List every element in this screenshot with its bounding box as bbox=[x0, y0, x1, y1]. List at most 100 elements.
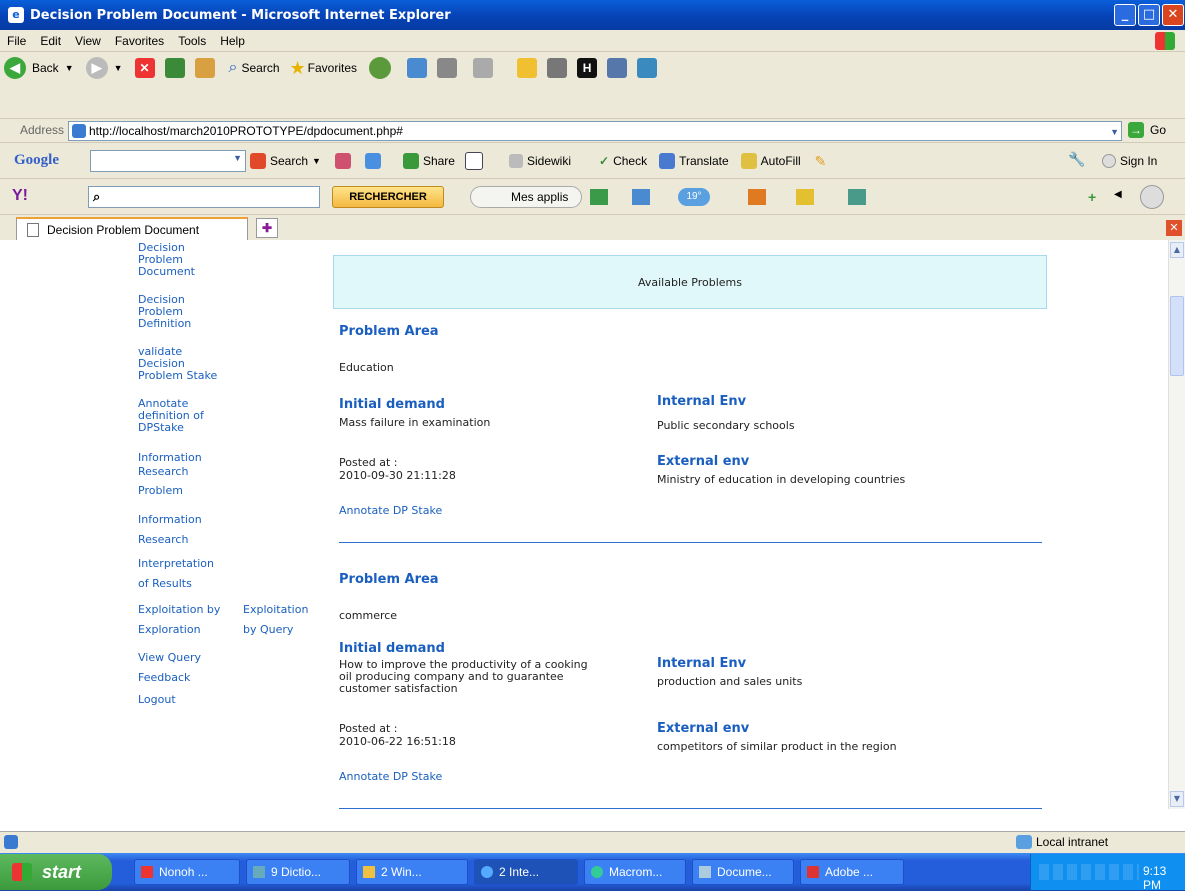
task-document[interactable]: Docume... bbox=[692, 859, 794, 885]
go-arrow-icon[interactable]: → bbox=[1128, 122, 1144, 138]
nav-information-research[interactable]: Information Research bbox=[138, 510, 202, 550]
nav-exploitation-exploration[interactable]: Exploitation by Exploration bbox=[138, 600, 220, 640]
scroll-left-icon[interactable]: ◀ bbox=[1114, 189, 1122, 200]
apps-button[interactable]: Mes applis bbox=[470, 186, 582, 208]
scroll-up-icon[interactable]: ▲ bbox=[1170, 242, 1184, 258]
ebay-icon[interactable] bbox=[796, 189, 814, 205]
favorites-star-icon[interactable]: ★ bbox=[290, 58, 306, 79]
close-button[interactable]: ✕ bbox=[1162, 4, 1184, 26]
back-button[interactable]: Back bbox=[32, 61, 59, 75]
edit-icon[interactable] bbox=[473, 58, 494, 78]
nav-exploitation-query[interactable]: Exploitation by Query bbox=[243, 600, 308, 640]
yahoo-search-button[interactable]: RECHERCHER bbox=[332, 186, 444, 208]
translate-tool-icon[interactable] bbox=[607, 58, 628, 78]
start-button[interactable]: start bbox=[0, 854, 112, 890]
close-tab-icon[interactable]: ✕ bbox=[1166, 220, 1182, 236]
yahoo-search-input[interactable]: ⌕ bbox=[88, 186, 320, 208]
autofill-icon[interactable] bbox=[740, 153, 757, 169]
research-icon[interactable] bbox=[547, 58, 568, 78]
new-tab-button[interactable]: ✚ bbox=[256, 218, 278, 238]
plus-icon[interactable] bbox=[364, 153, 381, 169]
h-icon[interactable]: H bbox=[577, 58, 598, 78]
tab-decision-problem-document[interactable]: Decision Problem Document bbox=[16, 217, 248, 241]
taskbar: start Nonoh ... 9 Dictio... 2 Win... 2 I… bbox=[0, 853, 1185, 892]
task-nonoh[interactable]: Nonoh ... bbox=[134, 859, 240, 885]
favorites-button[interactable]: Favorites bbox=[308, 61, 357, 75]
back-arrow-icon[interactable]: ◀ bbox=[4, 57, 26, 79]
menu-edit[interactable]: Edit bbox=[33, 34, 68, 48]
back-dropdown-icon[interactable]: ▼ bbox=[65, 63, 74, 73]
task-adobe[interactable]: Adobe ... bbox=[800, 859, 904, 885]
scroll-thumb[interactable] bbox=[1170, 296, 1184, 376]
translate-button[interactable]: Translate bbox=[679, 154, 729, 168]
share-button[interactable]: Share bbox=[423, 154, 455, 168]
nav-logout[interactable]: Logout bbox=[138, 694, 176, 706]
address-input[interactable]: http://localhost/march2010PROTOTYPE/dpdo… bbox=[68, 121, 1122, 141]
weather-icon[interactable]: 19° bbox=[678, 188, 710, 206]
highlighter-icon[interactable]: ✎ bbox=[815, 153, 827, 170]
google-dropdown-icon[interactable]: ▼ bbox=[233, 153, 242, 163]
stop-icon[interactable]: ✕ bbox=[134, 58, 155, 78]
vertical-scrollbar[interactable]: ▲ ▼ bbox=[1168, 240, 1185, 809]
extension-icon[interactable] bbox=[848, 189, 866, 205]
google-search-input[interactable]: ▼ bbox=[90, 150, 246, 172]
go-button[interactable]: Go bbox=[1150, 123, 1166, 137]
address-dropdown-icon[interactable]: ▼ bbox=[1110, 123, 1119, 141]
discuss-icon[interactable] bbox=[517, 58, 538, 78]
bookmark-icon[interactable] bbox=[590, 189, 608, 205]
document-icon bbox=[699, 866, 711, 878]
annotate-dp-stake-link[interactable]: Annotate DP Stake bbox=[339, 770, 442, 783]
wrench-icon[interactable]: 🔧 bbox=[1068, 151, 1085, 168]
nav-interpretation-results[interactable]: Interpretation of Results bbox=[138, 554, 214, 594]
forward-arrow-icon[interactable]: ▶ bbox=[85, 57, 108, 79]
menu-view[interactable]: View bbox=[68, 34, 108, 48]
google-search-button[interactable]: Search bbox=[270, 154, 308, 168]
maximize-button[interactable]: □ bbox=[1138, 4, 1160, 26]
nav-annotate-dpstake[interactable]: Annotate definition of DPStake bbox=[138, 398, 204, 434]
print-icon[interactable] bbox=[437, 58, 458, 78]
forward-dropdown-icon[interactable]: ▼ bbox=[114, 63, 123, 73]
nav-view-query-feedback[interactable]: View Query Feedback bbox=[138, 648, 201, 688]
translate-icon[interactable] bbox=[659, 153, 676, 169]
pagerank-icon[interactable] bbox=[334, 153, 351, 169]
annotate-dp-stake-link[interactable]: Annotate DP Stake bbox=[339, 504, 442, 517]
window-icon[interactable] bbox=[464, 152, 483, 170]
media-icon[interactable] bbox=[369, 57, 392, 79]
games-icon[interactable] bbox=[748, 189, 766, 205]
sidewiki-button[interactable]: Sidewiki bbox=[527, 154, 571, 168]
add-icon[interactable]: + bbox=[1088, 189, 1096, 205]
signin-button[interactable]: Sign In bbox=[1120, 154, 1157, 168]
external-env-value: Ministry of education in developing coun… bbox=[657, 473, 906, 486]
task-internet-explorer[interactable]: 2 Inte... bbox=[474, 859, 578, 885]
google-search-icon[interactable] bbox=[250, 153, 266, 169]
scroll-down-icon[interactable]: ▼ bbox=[1170, 791, 1184, 807]
task-windows-explorer[interactable]: 2 Win... bbox=[356, 859, 468, 885]
menu-favorites[interactable]: Favorites bbox=[108, 34, 171, 48]
search-icon[interactable]: ⌕ bbox=[229, 59, 238, 77]
task-macromedia[interactable]: Macrom... bbox=[584, 859, 686, 885]
nav-information-research-problem[interactable]: Information Research Problem bbox=[138, 451, 202, 498]
minimize-button[interactable]: _ bbox=[1114, 4, 1136, 26]
google-search-dropdown-icon[interactable]: ▼ bbox=[312, 156, 321, 166]
settings-gear-icon[interactable] bbox=[1140, 185, 1164, 209]
share-icon[interactable] bbox=[402, 153, 419, 169]
nav-decision-problem-definition[interactable]: Decision Problem Definition bbox=[138, 294, 191, 330]
nav-validate-problem-stake[interactable]: validate Decision Problem Stake bbox=[138, 346, 217, 382]
mail-icon[interactable] bbox=[407, 58, 428, 78]
search-button[interactable]: Search bbox=[242, 61, 280, 75]
tray-icons[interactable] bbox=[1039, 864, 1139, 880]
autofill-button[interactable]: AutoFill bbox=[761, 154, 801, 168]
messenger-icon[interactable] bbox=[637, 58, 658, 78]
initial-demand-heading: Initial demand bbox=[339, 641, 445, 656]
spellcheck-icon[interactable]: ✓ bbox=[599, 154, 609, 168]
menu-file[interactable]: File bbox=[0, 34, 33, 48]
menu-tools[interactable]: Tools bbox=[171, 34, 213, 48]
menu-help[interactable]: Help bbox=[213, 34, 252, 48]
task-dictionary[interactable]: 9 Dictio... bbox=[246, 859, 350, 885]
sidewiki-icon[interactable] bbox=[508, 154, 523, 168]
refresh-icon[interactable] bbox=[164, 58, 185, 78]
nav-decision-problem-document[interactable]: Decision Problem Document bbox=[138, 242, 195, 278]
check-button[interactable]: Check bbox=[613, 154, 647, 168]
home-icon[interactable] bbox=[194, 58, 215, 78]
yahoo-mail-icon[interactable] bbox=[632, 189, 650, 205]
